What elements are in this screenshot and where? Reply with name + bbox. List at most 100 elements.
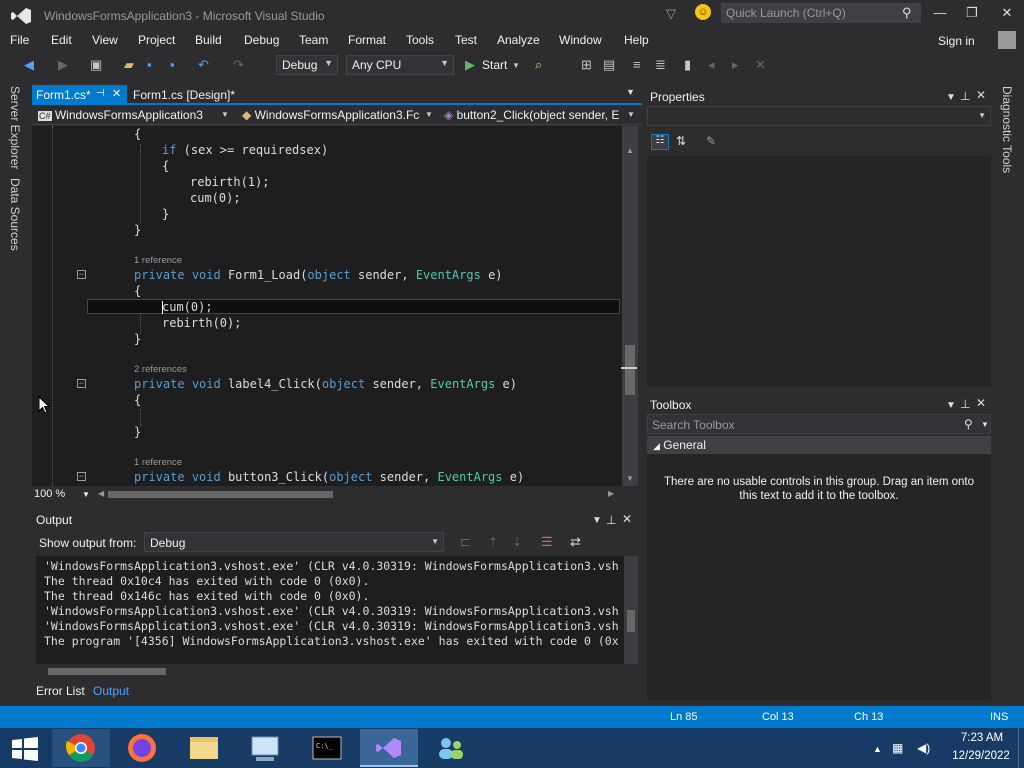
start-button[interactable]: Start — [482, 58, 507, 72]
chevron-down-icon[interactable]: ▼ — [425, 110, 433, 119]
next-bookmark-icon[interactable]: ▸ — [732, 57, 739, 73]
alphabetical-icon[interactable]: ⇅ — [676, 134, 686, 148]
editor-vertical-scrollbar[interactable] — [622, 126, 638, 486]
toolbox-group-general[interactable]: ◢ General — [647, 436, 991, 454]
visual-studio-logo-icon[interactable] — [10, 6, 32, 26]
zoom-level-select[interactable]: 100 % ▼ — [34, 488, 92, 502]
project-dropdown[interactable]: C# WindowsFormsApplication3 — [34, 106, 230, 124]
properties-window-icon[interactable]: ▤ — [603, 57, 615, 73]
codelens-reference[interactable]: 2 references — [134, 364, 187, 375]
solution-configuration-select[interactable]: Debug ▼ — [276, 55, 338, 75]
redo-icon[interactable]: ↷ — [233, 57, 244, 73]
menu-view[interactable]: View — [92, 33, 118, 47]
menu-test[interactable]: Test — [455, 33, 477, 47]
menu-file[interactable]: File — [10, 33, 29, 47]
scroll-up-icon[interactable]: ▲ — [626, 146, 634, 155]
output-horizontal-thumb[interactable] — [48, 668, 166, 675]
solution-platform-select[interactable]: Any CPU ▼ — [346, 55, 454, 75]
member-dropdown[interactable]: ◈ button2_Click(object sender, E — [440, 106, 626, 124]
show-hidden-icons-icon[interactable]: ▲ — [873, 744, 882, 754]
new-project-icon[interactable]: ▣ — [90, 57, 102, 73]
codelens-reference[interactable]: 1 reference — [134, 457, 182, 468]
property-pages-icon[interactable]: ✎ — [706, 134, 716, 148]
menu-analyze[interactable]: Analyze — [497, 33, 540, 47]
pin-icon[interactable]: ⊥ — [960, 89, 970, 103]
previous-message-icon[interactable]: ⇡ — [488, 535, 498, 549]
quick-launch-input[interactable]: Quick Launch (Ctrl+Q) — [721, 3, 921, 23]
start-dropdown-icon[interactable]: ▼ — [512, 61, 520, 70]
collapse-icon[interactable]: − — [77, 379, 86, 388]
profile-icon[interactable] — [998, 31, 1016, 49]
minimize-button[interactable]: — — [930, 5, 950, 23]
menu-edit[interactable]: Edit — [51, 33, 72, 47]
navigate-back-icon[interactable]: ◀ — [24, 57, 34, 73]
pin-icon[interactable]: ⊣ — [96, 88, 105, 99]
menu-debug[interactable]: Debug — [244, 33, 279, 47]
output-scroll-thumb[interactable] — [627, 610, 635, 632]
taskbar-file-explorer[interactable] — [175, 729, 233, 767]
show-desktop-button[interactable] — [1018, 728, 1024, 768]
output-source-select[interactable]: Debug ▼ — [144, 532, 444, 552]
class-dropdown[interactable]: ◆ WindowsFormsApplication3.Fc — [238, 106, 423, 124]
taskbar-people[interactable] — [422, 729, 480, 767]
volume-icon[interactable]: ◀) — [917, 741, 930, 755]
bookmark-icon[interactable]: ▮ — [684, 57, 691, 73]
server-explorer-tab[interactable]: Server Explorer — [8, 86, 22, 169]
open-file-icon[interactable]: ▰ — [124, 57, 134, 73]
properties-object-select[interactable]: ▼ — [647, 106, 991, 126]
data-sources-tab[interactable]: Data Sources — [8, 178, 22, 251]
clear-bookmarks-icon[interactable]: ✕ — [755, 57, 766, 73]
tab-output[interactable]: Output — [93, 684, 129, 698]
toggle-word-wrap-icon[interactable]: ⇄ — [570, 534, 581, 550]
solution-explorer-icon[interactable]: ⊞ — [581, 57, 592, 73]
tab-form1-design[interactable]: Form1.cs [Design]* — [129, 85, 239, 105]
search-icon[interactable]: ⚲ — [902, 5, 912, 21]
menu-team[interactable]: Team — [299, 33, 328, 47]
scroll-down-icon[interactable]: ▼ — [626, 474, 634, 483]
chevron-down-icon[interactable]: ▼ — [981, 420, 989, 429]
categorized-icon[interactable]: ☷ — [651, 134, 669, 150]
navigate-forward-icon[interactable]: ▶ — [58, 57, 68, 73]
collapse-icon[interactable]: − — [77, 270, 86, 279]
clock-date[interactable]: 12/29/2022 — [944, 750, 1018, 762]
diagnostic-tools-tab[interactable]: Diagnostic Tools — [1000, 86, 1014, 173]
menu-build[interactable]: Build — [195, 33, 222, 47]
scroll-left-icon[interactable]: ◀ — [98, 489, 104, 498]
find-in-files-icon[interactable]: ⌕ — [535, 57, 542, 73]
chevron-down-icon[interactable]: ▼ — [627, 110, 635, 119]
tabs-dropdown-icon[interactable]: ▼ — [626, 87, 635, 97]
save-icon[interactable]: ▪ — [147, 57, 152, 72]
prev-bookmark-icon[interactable]: ◂ — [708, 57, 715, 73]
search-icon[interactable]: ⚲ — [964, 417, 973, 431]
undo-icon[interactable]: ↶ — [198, 57, 209, 73]
pin-icon[interactable]: ⊥ — [960, 397, 970, 411]
windows-start-icon[interactable] — [12, 737, 38, 761]
comment-lines-icon[interactable]: ≡ — [633, 57, 641, 72]
menu-project[interactable]: Project — [138, 33, 175, 47]
editor-scroll-thumb[interactable] — [625, 345, 635, 395]
pin-icon[interactable]: ⊥ — [606, 513, 616, 527]
close-panel-icon[interactable]: ✕ — [976, 396, 986, 410]
feedback-smiley-icon[interactable]: ☺ — [695, 4, 711, 20]
taskbar-computer[interactable] — [236, 729, 294, 767]
menu-format[interactable]: Format — [348, 33, 386, 47]
network-icon[interactable]: ▦ — [892, 741, 903, 755]
close-window-button[interactable]: ✕ — [997, 5, 1017, 23]
close-panel-icon[interactable]: ✕ — [622, 512, 632, 526]
next-message-icon[interactable]: ⇣ — [512, 535, 522, 549]
start-icon[interactable]: ▶ — [465, 57, 475, 73]
notification-filter-icon[interactable]: ▽ — [666, 6, 676, 22]
chevron-down-icon[interactable]: ▼ — [221, 110, 229, 119]
save-all-icon[interactable]: ▪ — [170, 57, 175, 72]
tab-form1-cs[interactable]: Form1.cs* ⊣ ✕ — [32, 85, 127, 105]
sign-in-link[interactable]: Sign in — [938, 34, 975, 48]
panel-options-icon[interactable]: ▼ — [946, 400, 956, 411]
menu-window[interactable]: Window — [559, 33, 602, 47]
editor-horizontal-thumb[interactable] — [108, 491, 333, 498]
codelens-reference[interactable]: 1 reference — [134, 255, 182, 266]
close-panel-icon[interactable]: ✕ — [976, 88, 986, 102]
scroll-right-icon[interactable]: ▶ — [608, 489, 614, 498]
tab-error-list[interactable]: Error List — [36, 684, 85, 698]
taskbar-chrome[interactable] — [52, 729, 110, 767]
uncomment-lines-icon[interactable]: ≣ — [655, 57, 666, 73]
